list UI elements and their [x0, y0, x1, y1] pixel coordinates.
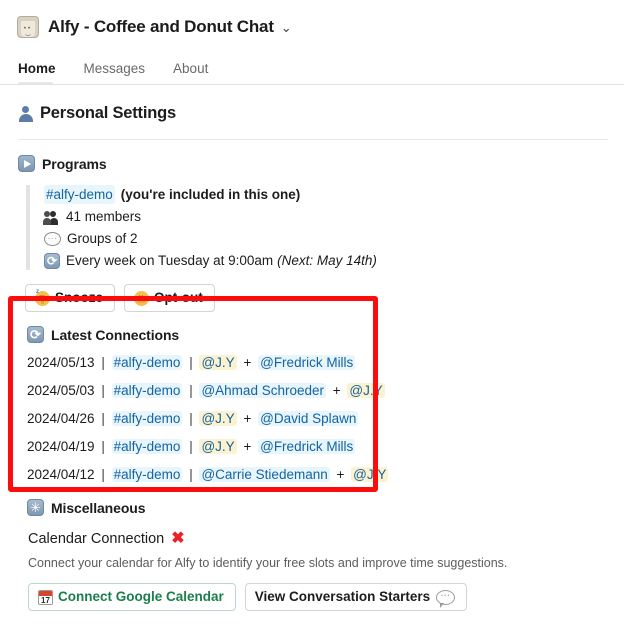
- program-members-line: 41 members: [43, 207, 608, 226]
- speech-balloon-icon: ···: [44, 232, 61, 246]
- repeat-icon: ⟳: [27, 326, 44, 343]
- program-details: #alfy-demo (you're included in this one)…: [26, 185, 608, 270]
- sleeping-face-icon: z ‾‾ ○: [35, 289, 50, 306]
- connection-date: 2024/04/12: [27, 467, 95, 482]
- snooze-button-label: Snooze: [55, 290, 104, 305]
- tab-about[interactable]: About: [173, 61, 208, 85]
- calendar-icon: 17: [38, 589, 53, 605]
- user-mention[interactable]: @Fredrick Mills: [258, 439, 356, 454]
- personal-settings-title: Personal Settings: [40, 104, 176, 122]
- members-count: 41 members: [66, 209, 142, 224]
- channel-link[interactable]: #alfy-demo: [111, 355, 183, 370]
- miscellaneous-description: Connect your calendar for Alfy to identi…: [28, 556, 508, 570]
- connection-date: 2024/05/03: [27, 383, 95, 398]
- miscellaneous-title: Miscellaneous: [51, 499, 146, 516]
- view-conversation-starters-button[interactable]: View Conversation Starters ···: [244, 583, 468, 611]
- calendar-icon-day: 17: [41, 595, 50, 605]
- miscellaneous-header: ✳ Miscellaneous: [27, 499, 608, 516]
- separator: |: [101, 355, 105, 370]
- program-groupsize-line: ··· Groups of 2: [44, 229, 608, 248]
- latest-connections-section: ⟳ Latest Connections 2024/05/13 | #alfy-…: [18, 326, 608, 484]
- asterisk-icon: ✳: [27, 499, 44, 516]
- separator: |: [189, 411, 193, 426]
- tab-bar: Home Messages About: [0, 53, 624, 85]
- opt-out-button-label: Opt-out: [154, 290, 203, 305]
- channel-link[interactable]: #alfy-demo: [111, 467, 183, 482]
- app-icon-mouth: ‿: [25, 30, 31, 36]
- user-mention[interactable]: @J.Y: [351, 467, 389, 482]
- channel-note: (you're included in this one): [120, 187, 301, 202]
- user-mention[interactable]: @J.Y: [347, 383, 385, 398]
- speech-balloon-icon: ···: [436, 589, 456, 608]
- user-mention[interactable]: @J.Y: [199, 411, 237, 426]
- separator: |: [189, 383, 193, 398]
- user-mention[interactable]: @Fredrick Mills: [258, 355, 356, 370]
- separator: |: [101, 383, 105, 398]
- separator: |: [189, 439, 193, 454]
- table-row: 2024/04/26 | #alfy-demo | @J.Y + @David …: [27, 410, 608, 428]
- table-row: 2024/04/19 | #alfy-demo | @J.Y + @Fredri…: [27, 438, 608, 456]
- user-mention[interactable]: @David Splawn: [258, 411, 359, 426]
- separator: |: [189, 467, 193, 482]
- connections-list: 2024/05/13 | #alfy-demo | @J.Y + @Fredri…: [27, 354, 608, 484]
- schedule-text: Every week on Tuesday at 9:00am: [66, 253, 274, 268]
- view-conversation-starters-label: View Conversation Starters: [254, 589, 431, 604]
- tab-home[interactable]: Home: [18, 61, 56, 85]
- shushing-face-icon: ••: [134, 290, 150, 306]
- connection-date: 2024/04/26: [27, 411, 95, 426]
- plus-sign: +: [243, 411, 252, 426]
- connection-date: 2024/05/13: [27, 355, 95, 370]
- separator: |: [101, 467, 105, 482]
- program-channel-line: #alfy-demo (you're included in this one): [44, 185, 608, 204]
- user-mention[interactable]: @J.Y: [199, 439, 237, 454]
- chevron-down-icon[interactable]: ⌄: [281, 20, 292, 36]
- app-header: •• ‿ Alfy - Coffee and Donut Chat ⌄: [0, 0, 624, 44]
- plus-sign: +: [243, 355, 252, 370]
- channel-link[interactable]: #alfy-demo: [111, 411, 183, 426]
- miscellaneous-actions: 17 Connect Google Calendar View Conversa…: [28, 583, 608, 611]
- coffee-cup-icon: •• ‿: [17, 16, 39, 38]
- snooze-button[interactable]: z ‾‾ ○ Snooze: [25, 284, 116, 312]
- calendar-connection-status: Calendar Connection ✖: [28, 530, 608, 548]
- main-content: Personal Settings Programs #alfy-demo (y…: [0, 104, 624, 611]
- connect-google-calendar-label: Connect Google Calendar: [58, 589, 224, 604]
- bust-in-silhouette-icon: [18, 105, 33, 122]
- opt-out-button[interactable]: •• Opt-out: [124, 284, 215, 312]
- user-mention[interactable]: @Carrie Stiedemann: [199, 467, 330, 482]
- channel-link[interactable]: #alfy-demo: [111, 383, 183, 398]
- plus-sign: +: [243, 439, 252, 454]
- connection-date: 2024/04/19: [27, 439, 95, 454]
- program-schedule-line: ⟳ Every week on Tuesday at 9:00am (Next:…: [44, 251, 608, 270]
- busts-in-silhouette-icon: [43, 209, 60, 225]
- table-row: 2024/04/12 | #alfy-demo | @Carrie Stiede…: [27, 466, 608, 484]
- plus-sign: +: [332, 383, 341, 398]
- latest-connections-title: Latest Connections: [51, 326, 180, 343]
- channel-link[interactable]: #alfy-demo: [111, 439, 183, 454]
- table-row: 2024/05/13 | #alfy-demo | @J.Y + @Fredri…: [27, 354, 608, 372]
- latest-connections-header: ⟳ Latest Connections: [27, 326, 608, 343]
- red-x-icon: ✖: [171, 530, 185, 547]
- group-size: Groups of 2: [67, 231, 138, 246]
- separator: |: [101, 439, 105, 454]
- connect-google-calendar-button[interactable]: 17 Connect Google Calendar: [28, 583, 236, 611]
- calendar-connection-label: Calendar Connection: [28, 531, 165, 547]
- personal-settings-header: Personal Settings: [18, 104, 608, 123]
- play-button-icon: [18, 155, 35, 172]
- page-title: Alfy - Coffee and Donut Chat: [48, 17, 274, 36]
- table-row: 2024/05/03 | #alfy-demo | @Ahmad Schroed…: [27, 382, 608, 400]
- user-mention[interactable]: @Ahmad Schroeder: [199, 383, 326, 398]
- plus-sign: +: [336, 467, 345, 482]
- programs-header: Programs: [18, 155, 608, 172]
- program-actions: z ‾‾ ○ Snooze •• Opt-out: [25, 284, 608, 312]
- repeat-icon: ⟳: [44, 252, 60, 269]
- tab-messages[interactable]: Messages: [84, 61, 146, 85]
- separator: |: [189, 355, 193, 370]
- channel-link[interactable]: #alfy-demo: [44, 185, 115, 204]
- programs-title: Programs: [42, 155, 107, 172]
- miscellaneous-section: ✳ Miscellaneous Calendar Connection ✖ Co…: [18, 499, 608, 611]
- user-mention[interactable]: @J.Y: [199, 355, 237, 370]
- divider: [18, 139, 608, 140]
- separator: |: [101, 411, 105, 426]
- schedule-next: (Next: May 14th): [277, 253, 377, 268]
